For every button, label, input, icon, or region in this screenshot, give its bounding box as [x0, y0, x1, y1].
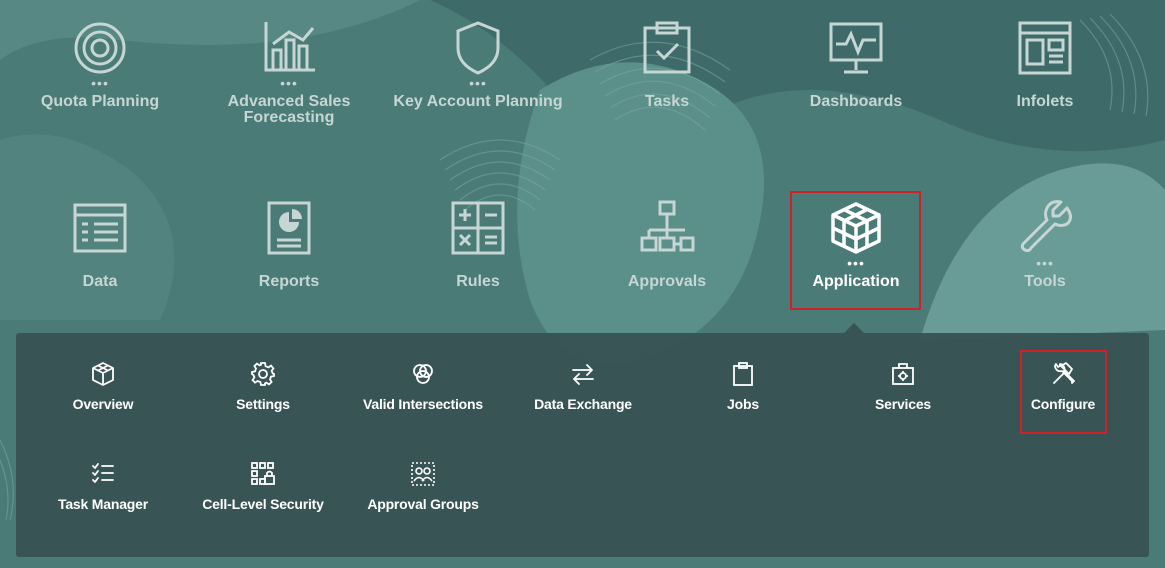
nav-tile-infolets[interactable]: ••• Infolets — [955, 20, 1135, 110]
data-grid-icon — [73, 203, 127, 253]
nav-tile-reports[interactable]: ••• Reports — [199, 200, 379, 290]
hierarchy-icon — [640, 200, 695, 252]
submenu-label: Data Exchange — [534, 396, 632, 412]
nav-tile-label: Key Account Planning — [393, 93, 563, 110]
clipboard-icon — [733, 362, 753, 386]
cube-icon — [92, 362, 114, 386]
submenu-valid-intersections[interactable]: Valid Intersections — [348, 361, 498, 412]
wrench-icon — [1020, 200, 1072, 253]
application-submenu-panel: Overview Settings Valid Intersections Da… — [16, 333, 1149, 557]
nav-tile-tasks[interactable]: ••• Tasks — [577, 20, 757, 110]
group-icon — [411, 462, 435, 486]
nav-tile-label: Dashboards — [809, 93, 903, 110]
submenu-task-manager[interactable]: Task Manager — [28, 461, 178, 512]
nav-tile-label: Advanced Sales Forecasting — [227, 93, 351, 126]
application-highlight-box — [790, 191, 921, 310]
nav-tile-dashboards[interactable]: ••• Dashboards — [766, 20, 946, 110]
submenu-label: Valid Intersections — [363, 396, 483, 412]
target-icon — [74, 22, 126, 74]
intersections-icon — [413, 364, 433, 384]
bar-chart-icon — [264, 22, 315, 72]
submenu-approval-groups[interactable]: Approval Groups — [348, 461, 498, 512]
grid-lock-icon — [251, 462, 275, 485]
nav-tile-approvals[interactable]: ••• Approvals — [577, 200, 757, 290]
shield-icon — [456, 21, 500, 75]
nav-tile-label: Tasks — [644, 93, 690, 110]
nav-tile-label: Approvals — [627, 273, 707, 290]
configure-highlight-box — [1020, 350, 1107, 434]
checklist-icon — [92, 463, 114, 483]
report-pie-icon — [267, 201, 311, 255]
submenu-jobs[interactable]: Jobs — [668, 361, 818, 412]
more-dots: ••• — [1036, 255, 1054, 271]
clipboard-check-icon — [643, 21, 691, 74]
submenu-label: Approval Groups — [367, 496, 479, 512]
nav-tile-key-account-planning[interactable]: ••• Key Account Planning — [388, 20, 568, 110]
nav-tile-tools[interactable]: ••• Tools — [955, 200, 1135, 290]
nav-tile-label: Rules — [456, 273, 500, 290]
nav-tile-label: Tools — [1024, 273, 1066, 290]
submenu-services[interactable]: Services — [828, 361, 978, 412]
submenu-label: Overview — [72, 396, 134, 412]
nav-tile-label: Reports — [258, 273, 320, 290]
submenu-label: Settings — [236, 396, 290, 412]
submenu-label: Cell-Level Security — [202, 496, 324, 512]
submenu-settings[interactable]: Settings — [188, 361, 338, 412]
nav-tile-rules[interactable]: ••• Rules — [388, 200, 568, 290]
nav-tile-quota-planning[interactable]: ••• Quota Planning — [10, 20, 190, 110]
panel-caret — [844, 323, 864, 333]
more-dots: ••• — [91, 75, 109, 91]
infolet-layout-icon — [1018, 21, 1072, 75]
more-dots: ••• — [280, 75, 298, 91]
toolbox-icon — [892, 363, 914, 385]
nav-tile-advanced-sales-forecasting[interactable]: ••• Advanced Sales Forecasting — [199, 20, 379, 126]
monitor-pulse-icon — [829, 22, 883, 74]
submenu-label: Task Manager — [58, 496, 148, 512]
exchange-arrows-icon — [572, 364, 594, 385]
submenu-data-exchange[interactable]: Data Exchange — [508, 361, 658, 412]
gear-icon — [251, 362, 275, 386]
calculator-icon — [451, 201, 505, 255]
nav-tile-label: Infolets — [1016, 93, 1074, 110]
submenu-label: Services — [874, 396, 931, 412]
submenu-label: Jobs — [727, 396, 759, 412]
nav-tile-data[interactable]: ••• Data — [10, 200, 190, 290]
more-dots: ••• — [469, 75, 487, 91]
submenu-cell-level-security[interactable]: Cell-Level Security — [188, 461, 338, 512]
nav-tile-label: Quota Planning — [40, 93, 160, 110]
nav-tile-label: Data — [82, 273, 118, 290]
submenu-overview[interactable]: Overview — [28, 361, 178, 412]
